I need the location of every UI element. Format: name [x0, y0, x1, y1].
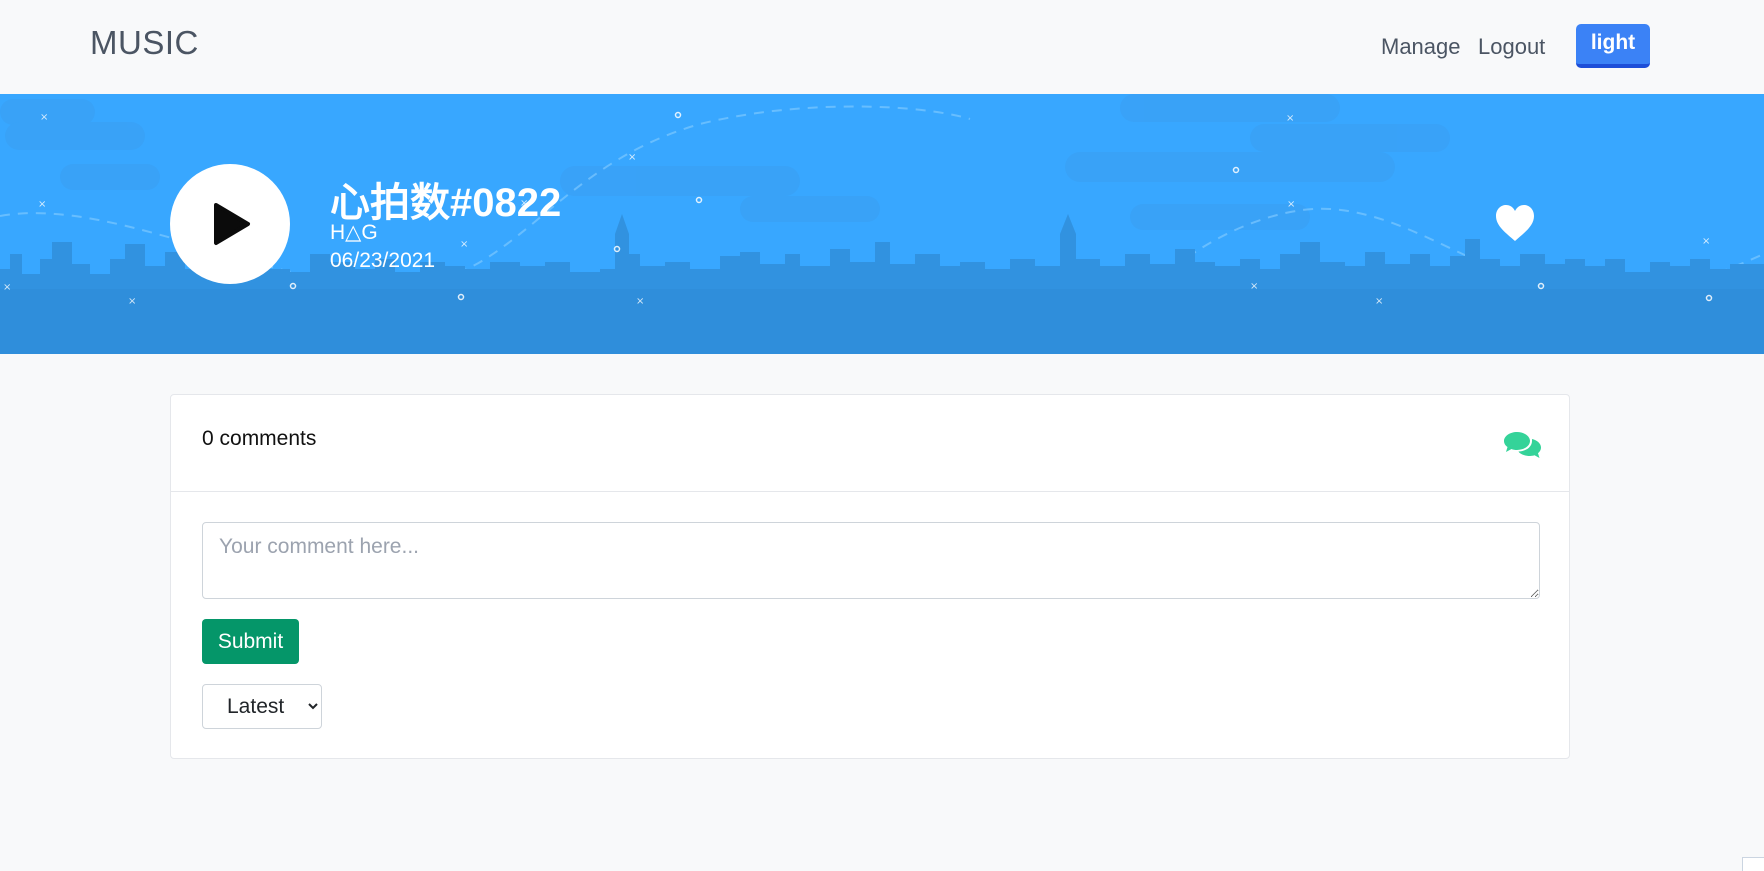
- comments-card: 0 comments Submit Latest: [170, 394, 1570, 759]
- svg-text:×: ×: [38, 199, 46, 210]
- nav-link-manage[interactable]: Manage: [1381, 34, 1461, 60]
- song-date: 06/23/2021: [330, 249, 436, 272]
- svg-text:×: ×: [1287, 199, 1295, 210]
- submit-button[interactable]: Submit: [202, 619, 299, 664]
- svg-text:×: ×: [1702, 236, 1710, 247]
- svg-text:×: ×: [636, 296, 644, 307]
- play-button[interactable]: [170, 164, 290, 284]
- svg-text:×: ×: [460, 239, 468, 250]
- sort-select[interactable]: Latest: [202, 684, 322, 729]
- nav-link-logout[interactable]: Logout: [1478, 34, 1545, 60]
- brand-logo[interactable]: MUSIC: [90, 24, 199, 62]
- comment-count: 0 comments: [202, 427, 317, 450]
- svg-text:×: ×: [1286, 113, 1294, 124]
- comment-input[interactable]: [202, 522, 1540, 599]
- svg-text:×: ×: [40, 112, 48, 123]
- play-icon: [214, 203, 250, 245]
- svg-text:×: ×: [3, 282, 11, 293]
- svg-text:×: ×: [628, 152, 636, 163]
- heart-icon[interactable]: [1494, 204, 1536, 244]
- comments-header: 0 comments: [171, 395, 1569, 492]
- corner-widget: [1742, 857, 1764, 871]
- song-banner: × × × × × × × × × × × × × 心拍数#0822 H△G 0…: [0, 94, 1764, 354]
- svg-text:×: ×: [1375, 296, 1383, 307]
- comments-icon: [1504, 432, 1541, 458]
- svg-text:×: ×: [1250, 281, 1258, 292]
- navbar: MUSIC Manage Logout light: [0, 0, 1764, 94]
- theme-toggle-button[interactable]: light: [1576, 24, 1650, 68]
- svg-text:×: ×: [128, 296, 136, 307]
- song-artist: H△G: [330, 221, 378, 244]
